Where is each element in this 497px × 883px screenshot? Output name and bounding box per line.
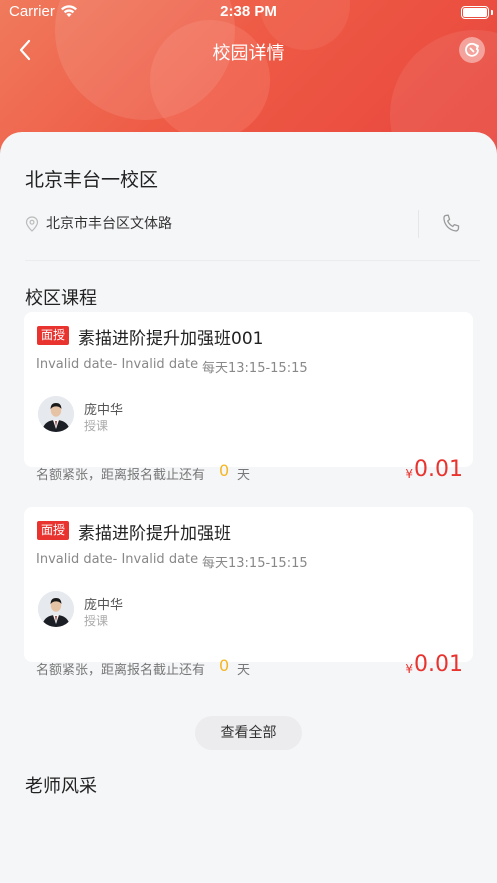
course-price: 0.01	[414, 652, 463, 677]
course-card[interactable]: 面授 素描进阶提升加强班 Invalid date- Invalid date …	[24, 507, 473, 678]
location-pin-icon	[25, 216, 39, 232]
refresh-icon[interactable]	[459, 37, 485, 63]
nav-bar: 校园详情	[0, 28, 497, 72]
divider	[25, 260, 480, 261]
view-all-button[interactable]: 查看全部	[195, 716, 302, 750]
course-time: 每天13:15-15:15	[202, 556, 308, 571]
enroll-days-unit: 天	[237, 468, 251, 483]
course-title: 素描进阶提升加强班	[78, 524, 231, 544]
campus-address: 北京市丰台区文体路	[46, 216, 172, 232]
enroll-deadline-note: 名额紧张，距离报名截止还有	[36, 468, 206, 483]
price-currency: ¥	[405, 662, 413, 676]
phone-icon[interactable]	[439, 212, 463, 236]
teacher-name: 庞中华	[84, 598, 124, 613]
course-tag: 面授	[37, 326, 70, 345]
status-bar: Carrier 2:38 PM	[0, 0, 497, 24]
course-price: 0.01	[414, 457, 463, 482]
course-date: Invalid date- Invalid date	[36, 552, 199, 567]
teacher-avatar	[38, 591, 74, 627]
enroll-days-unit: 天	[237, 663, 251, 678]
section-title-courses: 校区课程	[25, 288, 97, 309]
course-date: Invalid date- Invalid date	[36, 357, 199, 372]
course-time: 每天13:15-15:15	[202, 361, 308, 376]
price-currency: ¥	[405, 467, 413, 481]
enroll-days-count: 0	[219, 656, 230, 675]
teacher-name: 庞中华	[84, 403, 124, 418]
enroll-deadline-note: 名额紧张，距离报名截止还有	[36, 663, 206, 678]
course-title: 素描进阶提升加强班001	[78, 329, 264, 349]
page-title: 校园详情	[212, 43, 285, 64]
teacher-role: 授课	[84, 419, 109, 433]
course-card[interactable]: 面授 素描进阶提升加强班001 Invalid date- Invalid da…	[24, 312, 473, 483]
campus-name: 北京丰台一校区	[25, 169, 159, 191]
enroll-days-count: 0	[219, 461, 230, 480]
teacher-avatar	[38, 396, 74, 432]
campus-detail-panel: 北京丰台一校区 北京市丰台区文体路 校区课程 面授 素描进阶提升加强班001 I…	[0, 132, 497, 883]
section-title-teachers: 老师风采	[25, 776, 97, 797]
status-time: 2:38 PM	[220, 3, 277, 20]
teacher-role: 授课	[84, 614, 109, 628]
battery-icon	[461, 6, 489, 19]
divider	[418, 210, 419, 238]
course-tag: 面授	[37, 521, 70, 540]
